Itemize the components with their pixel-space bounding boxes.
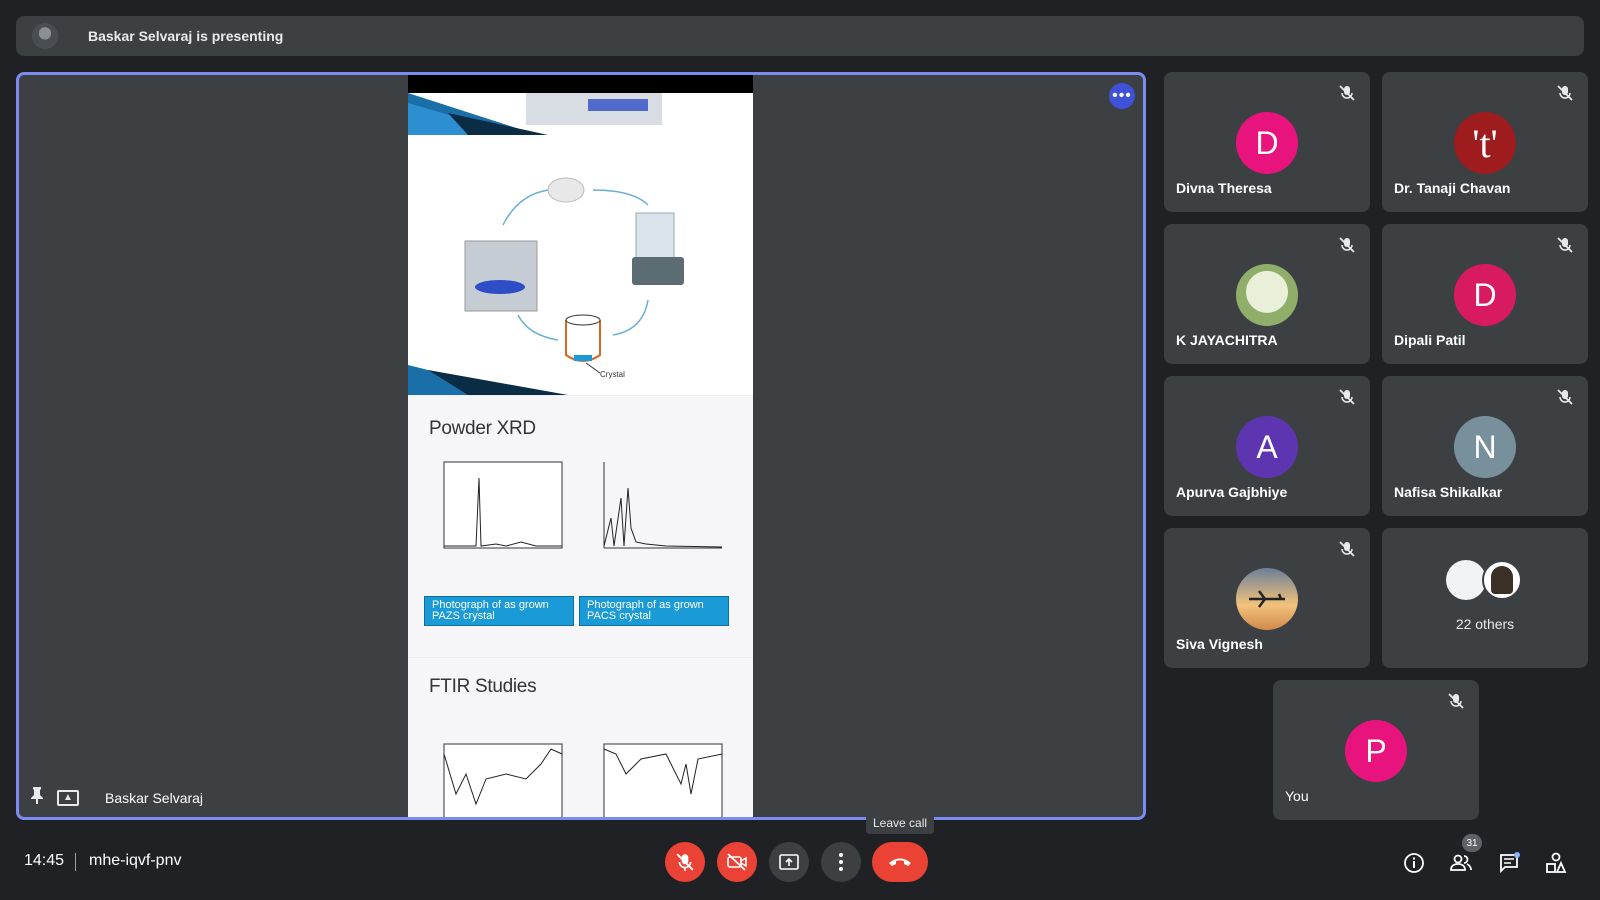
shared-slide: Crystal Powder XRD Photograph of as grow… [408, 75, 753, 817]
present-screen-icon [779, 854, 799, 870]
others-tile[interactable]: 22 others [1382, 528, 1588, 668]
powder-xrd-section: Powder XRD Photograph of as grown PAZS c… [408, 395, 753, 657]
caption-pacs: Photograph of as grown PACS crystal [579, 596, 729, 626]
participant-avatar: D [1236, 112, 1298, 174]
participant-tile[interactable]: A Apurva Gajbhiye [1164, 376, 1370, 516]
presenting-screen-icon: ▲ [57, 789, 79, 806]
presenting-banner: Baskar Selvaraj is presenting [16, 16, 1584, 56]
pin-icon[interactable] [29, 786, 45, 809]
mic-off-icon [1557, 237, 1573, 253]
others-count-label: 22 others [1455, 616, 1515, 632]
present-screen-button[interactable] [769, 842, 809, 882]
participant-name: Nafisa Shikalkar [1394, 484, 1503, 500]
leave-call-button[interactable] [872, 842, 928, 882]
ftir-section: FTIR Studies [408, 657, 753, 817]
self-name: You [1285, 788, 1309, 804]
mic-off-icon [1339, 389, 1355, 405]
more-options-button[interactable] [821, 842, 861, 882]
presenter-name-label: Baskar Selvaraj [105, 789, 204, 806]
slide-section-top [408, 93, 753, 135]
participant-avatar-photo [1236, 264, 1298, 326]
stage-more-options-button[interactable]: ••• [1109, 83, 1135, 109]
participant-name: Dr. Tanaji Chavan [1394, 180, 1511, 196]
more-vert-icon [839, 853, 843, 871]
mic-off-icon [1339, 237, 1355, 253]
meeting-clock: 14:45 [24, 852, 65, 869]
participant-tile[interactable]: N Nafisa Shikalkar [1382, 376, 1588, 516]
participant-tile[interactable]: D Divna Theresa [1164, 72, 1370, 212]
meeting-code: mhe-iqvf-pnv [89, 852, 182, 869]
chat-icon [1500, 852, 1520, 874]
caption-pazs: Photograph of as grown PAZS crystal [424, 596, 574, 626]
participant-tile[interactable]: D Dipali Patil [1382, 224, 1588, 364]
info-icon [1404, 853, 1424, 873]
crystal-label: Crystal [600, 370, 625, 379]
participant-name: Apurva Gajbhiye [1176, 484, 1288, 500]
bottom-toolbar: 14:45 mhe-iqvf-pnv 31 [0, 830, 1600, 900]
mic-toggle-button[interactable] [665, 842, 705, 882]
participant-name: K JAYACHITRA [1176, 332, 1278, 348]
crystal-growth-process: Crystal [408, 135, 753, 395]
participant-name: Siva Vignesh [1176, 636, 1263, 652]
camera-toggle-button[interactable] [717, 842, 757, 882]
mic-off-icon [1557, 85, 1573, 101]
mic-off-icon [1448, 693, 1464, 709]
powder-xrd-title: Powder XRD [429, 418, 536, 439]
slide-top-bar [408, 75, 753, 93]
stage-footer: ▲ Baskar Selvaraj [29, 786, 203, 809]
mic-off-icon [1557, 389, 1573, 405]
camera-off-icon [727, 853, 747, 871]
participant-name: Divna Theresa [1176, 180, 1272, 196]
slide-wedge-decoration [408, 93, 662, 135]
self-tile[interactable]: P You [1273, 680, 1479, 820]
participant-avatar: D [1454, 264, 1516, 326]
participant-avatar: N [1454, 416, 1516, 478]
participant-avatar: A [1236, 416, 1298, 478]
phone-hangup-icon [889, 858, 911, 866]
airplane-icon [1249, 590, 1285, 608]
participant-avatar-photo [1236, 568, 1298, 630]
mic-off-icon [676, 853, 694, 871]
presentation-stage[interactable]: Crystal Powder XRD Photograph of as grow… [16, 72, 1146, 820]
ftir-chart-right [603, 743, 723, 817]
participant-name: Dipali Patil [1394, 332, 1466, 348]
self-avatar: P [1345, 720, 1407, 782]
xrd-chart-right [603, 462, 723, 549]
people-icon [1450, 854, 1472, 871]
presenter-avatar [32, 23, 58, 49]
participant-tile[interactable]: 't' Dr. Tanaji Chavan [1382, 72, 1588, 212]
ftir-chart-left [443, 743, 563, 817]
xrd-chart-left [443, 461, 563, 549]
others-avatar [1482, 560, 1522, 600]
process-diagram: Crystal [408, 177, 684, 395]
divider [75, 853, 76, 871]
presenting-text: Baskar Selvaraj is presenting [88, 28, 284, 44]
participant-tile[interactable]: K JAYACHITRA [1164, 224, 1370, 364]
shapes-icon [1546, 852, 1567, 873]
people-count-badge: 31 [1462, 834, 1482, 852]
mic-off-icon [1339, 541, 1355, 557]
people-button[interactable] [1448, 850, 1474, 876]
ftir-title: FTIR Studies [429, 676, 537, 697]
mic-off-icon [1339, 85, 1355, 101]
others-avatar [1446, 560, 1486, 600]
chat-button[interactable] [1496, 850, 1522, 876]
activities-button[interactable] [1543, 850, 1569, 876]
participant-tile[interactable]: Siva Vignesh [1164, 528, 1370, 668]
meeting-details-button[interactable] [1401, 850, 1427, 876]
participant-avatar: 't' [1454, 112, 1516, 174]
